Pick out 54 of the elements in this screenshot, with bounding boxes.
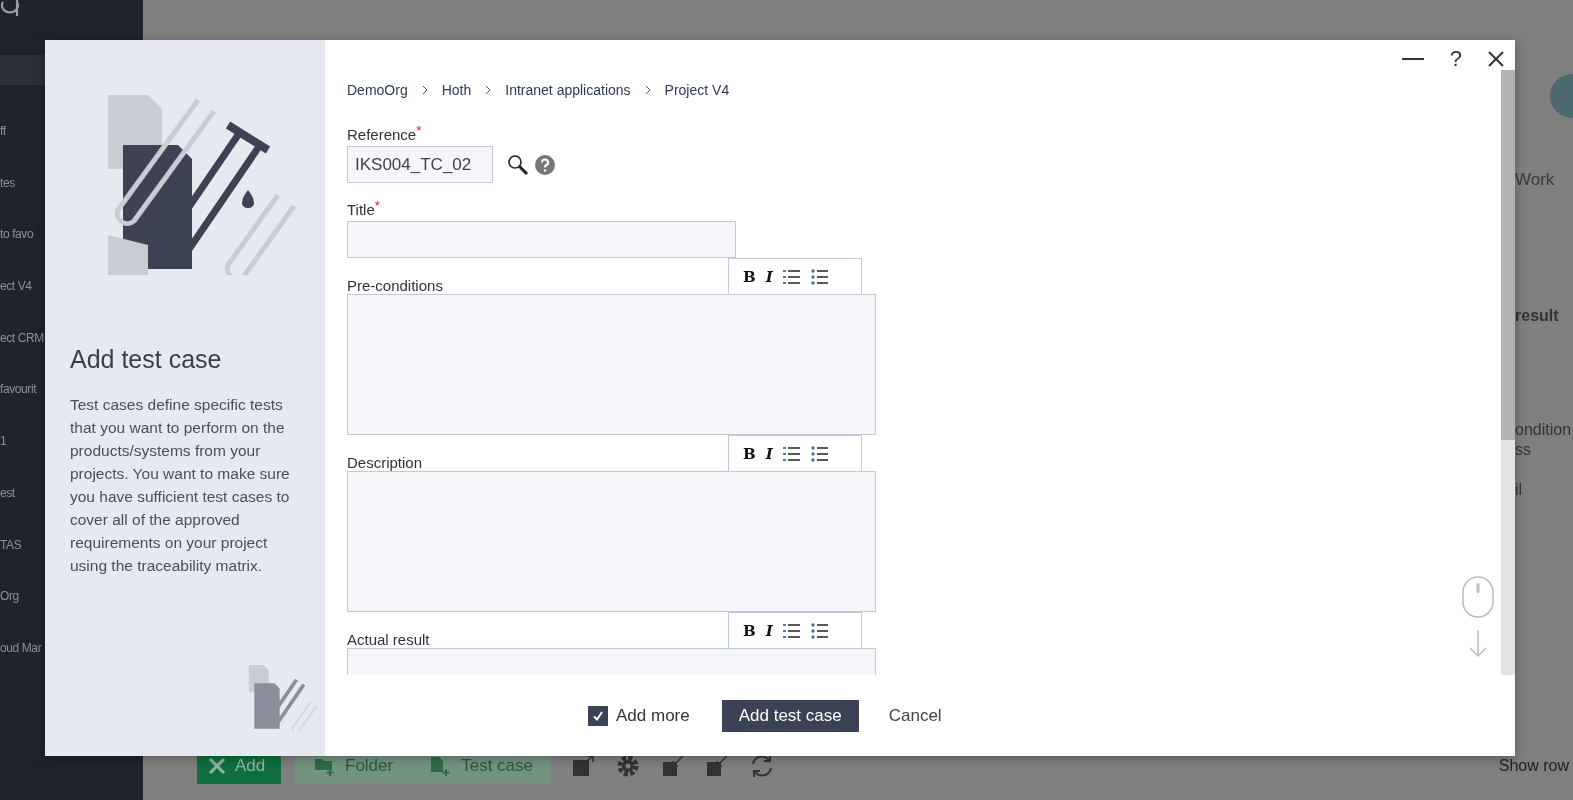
dialog-title: Add test case: [70, 345, 223, 374]
down-arrow-icon: [1469, 630, 1487, 658]
close-icon[interactable]: [1488, 51, 1504, 67]
background-text: il: [1515, 481, 1524, 499]
field-label: Reference: [347, 126, 417, 143]
breadcrumb-link[interactable]: Hoth: [441, 82, 472, 98]
format-button[interactable]: B: [743, 621, 756, 640]
breadcrumb-link[interactable]: Project V4: [664, 82, 730, 98]
scrollbar[interactable]: [1501, 70, 1515, 675]
show-rows-label: Show row: [1498, 757, 1569, 775]
dialog-description: Test cases define specific tests that you want to perform on the products/systems from your projects. You want to make sure you have sufficient test cases to cover all of the approved requirements on your project using the traceability matrix.: [70, 395, 291, 576]
bulleted-list-icon[interactable]: [810, 622, 829, 639]
chevron-icon: [485, 85, 492, 95]
numbered-list-icon[interactable]: [782, 622, 801, 639]
help-icon[interactable]: [535, 154, 555, 175]
checkmark-icon: [592, 709, 604, 722]
logo: [1, 0, 21, 16]
numbered-list-icon[interactable]: [782, 268, 801, 285]
cancel-button[interactable]: Cancel: [882, 699, 948, 732]
checkbox-label: Add more: [616, 705, 690, 726]
field-label: Title: [347, 201, 375, 218]
breadcrumb-link[interactable]: DemoOrg: [347, 82, 408, 98]
field-label: Actual result: [347, 631, 430, 648]
settings-icon[interactable]: [615, 753, 641, 779]
minimize-icon[interactable]: [1401, 57, 1424, 61]
bulleted-list-icon[interactable]: [810, 445, 829, 462]
field-label: Description: [347, 454, 423, 471]
background-text: result: [1515, 307, 1560, 325]
checkbox[interactable]: [588, 705, 608, 726]
background-text: Work: [1515, 170, 1556, 190]
bulleted-list-icon[interactable]: [810, 268, 829, 285]
format-button[interactable]: B: [743, 267, 756, 286]
submit-button[interactable]: Add test case: [721, 699, 859, 732]
chevron-icon: [644, 85, 651, 95]
text-field[interactable]: [347, 221, 736, 258]
format-button[interactable]: I: [765, 444, 773, 463]
chevron-icon: [421, 85, 428, 95]
refresh-icon[interactable]: [749, 753, 775, 779]
format-button[interactable]: I: [765, 267, 773, 286]
numbered-list-icon[interactable]: [782, 445, 801, 462]
mouse-icon: [1462, 576, 1494, 618]
scrollbar-thumb[interactable]: [1501, 70, 1515, 440]
format-button[interactable]: B: [743, 444, 756, 463]
text-field[interactable]: IKS004_TC_02: [347, 146, 493, 183]
breadcrumb-link[interactable]: Intranet applications: [505, 82, 631, 98]
background-text: ondition: [1515, 421, 1573, 439]
help-button[interactable]: ?: [1449, 46, 1462, 72]
format-button[interactable]: I: [765, 621, 773, 640]
required-mark: *: [374, 201, 380, 211]
field-label: Pre-conditions: [347, 277, 443, 294]
search-icon[interactable]: [507, 153, 529, 176]
x-icon: [207, 756, 227, 776]
required-mark: *: [416, 126, 422, 136]
background-text: ss: [1515, 441, 1532, 459]
